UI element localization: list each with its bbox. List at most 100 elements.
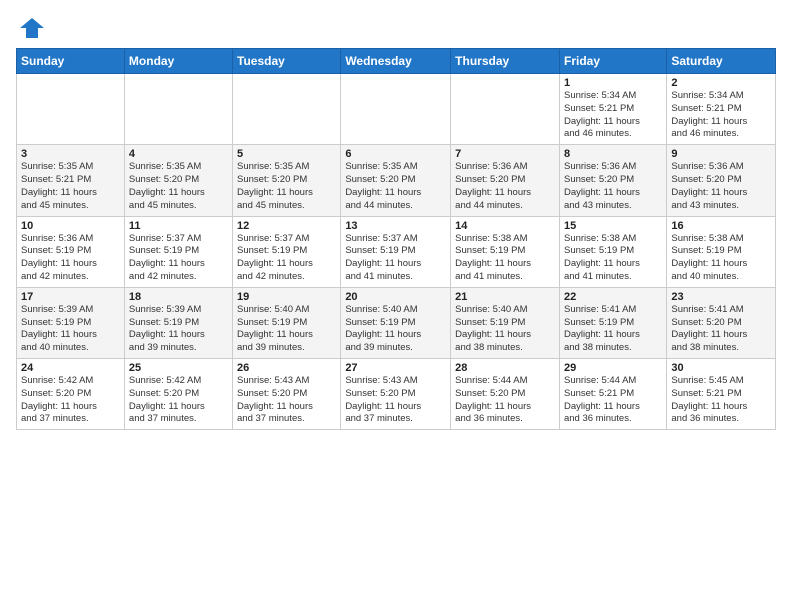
day-info: Sunrise: 5:43 AM Sunset: 5:20 PM Dayligh… [237,375,336,426]
calendar-cell: 20Sunrise: 5:40 AM Sunset: 5:19 PM Dayli… [341,287,451,358]
calendar-cell: 29Sunrise: 5:44 AM Sunset: 5:21 PM Dayli… [559,359,666,430]
day-number: 5 [237,148,336,160]
day-number: 22 [564,291,662,303]
day-number: 27 [345,362,446,374]
day-info: Sunrise: 5:40 AM Sunset: 5:19 PM Dayligh… [345,304,446,355]
day-number: 12 [237,220,336,232]
week-row-1: 3Sunrise: 5:35 AM Sunset: 5:21 PM Daylig… [17,145,776,216]
calendar-cell: 19Sunrise: 5:40 AM Sunset: 5:19 PM Dayli… [233,287,341,358]
day-number: 24 [21,362,120,374]
calendar-cell: 8Sunrise: 5:36 AM Sunset: 5:20 PM Daylig… [559,145,666,216]
col-header-sunday: Sunday [17,49,125,74]
day-info: Sunrise: 5:35 AM Sunset: 5:20 PM Dayligh… [237,161,336,212]
day-info: Sunrise: 5:35 AM Sunset: 5:21 PM Dayligh… [21,161,120,212]
calendar-cell: 15Sunrise: 5:38 AM Sunset: 5:19 PM Dayli… [559,216,666,287]
day-number: 16 [671,220,771,232]
col-header-wednesday: Wednesday [341,49,451,74]
calendar-cell: 2Sunrise: 5:34 AM Sunset: 5:21 PM Daylig… [667,74,776,145]
day-number: 3 [21,148,120,160]
day-number: 26 [237,362,336,374]
day-info: Sunrise: 5:43 AM Sunset: 5:20 PM Dayligh… [345,375,446,426]
calendar-table: SundayMondayTuesdayWednesdayThursdayFrid… [16,48,776,430]
calendar-body: 1Sunrise: 5:34 AM Sunset: 5:21 PM Daylig… [17,74,776,430]
day-number: 9 [671,148,771,160]
calendar-cell: 28Sunrise: 5:44 AM Sunset: 5:20 PM Dayli… [451,359,560,430]
day-number: 23 [671,291,771,303]
day-info: Sunrise: 5:44 AM Sunset: 5:20 PM Dayligh… [455,375,555,426]
day-info: Sunrise: 5:35 AM Sunset: 5:20 PM Dayligh… [345,161,446,212]
header-row: SundayMondayTuesdayWednesdayThursdayFrid… [17,49,776,74]
header [16,10,776,42]
day-number: 13 [345,220,446,232]
day-number: 29 [564,362,662,374]
calendar-cell: 3Sunrise: 5:35 AM Sunset: 5:21 PM Daylig… [17,145,125,216]
calendar-cell: 17Sunrise: 5:39 AM Sunset: 5:19 PM Dayli… [17,287,125,358]
week-row-4: 24Sunrise: 5:42 AM Sunset: 5:20 PM Dayli… [17,359,776,430]
day-number: 8 [564,148,662,160]
calendar-cell: 13Sunrise: 5:37 AM Sunset: 5:19 PM Dayli… [341,216,451,287]
day-number: 28 [455,362,555,374]
day-number: 21 [455,291,555,303]
logo-area [16,14,46,42]
day-number: 6 [345,148,446,160]
day-info: Sunrise: 5:35 AM Sunset: 5:20 PM Dayligh… [129,161,228,212]
day-info: Sunrise: 5:42 AM Sunset: 5:20 PM Dayligh… [21,375,120,426]
day-info: Sunrise: 5:41 AM Sunset: 5:20 PM Dayligh… [671,304,771,355]
calendar-cell [17,74,125,145]
day-info: Sunrise: 5:36 AM Sunset: 5:20 PM Dayligh… [455,161,555,212]
day-info: Sunrise: 5:38 AM Sunset: 5:19 PM Dayligh… [671,233,771,284]
day-info: Sunrise: 5:37 AM Sunset: 5:19 PM Dayligh… [129,233,228,284]
day-info: Sunrise: 5:36 AM Sunset: 5:19 PM Dayligh… [21,233,120,284]
day-number: 20 [345,291,446,303]
day-number: 14 [455,220,555,232]
day-info: Sunrise: 5:39 AM Sunset: 5:19 PM Dayligh… [21,304,120,355]
calendar-cell: 14Sunrise: 5:38 AM Sunset: 5:19 PM Dayli… [451,216,560,287]
calendar-cell: 9Sunrise: 5:36 AM Sunset: 5:20 PM Daylig… [667,145,776,216]
calendar-cell: 1Sunrise: 5:34 AM Sunset: 5:21 PM Daylig… [559,74,666,145]
day-info: Sunrise: 5:38 AM Sunset: 5:19 PM Dayligh… [455,233,555,284]
day-number: 2 [671,77,771,89]
day-number: 7 [455,148,555,160]
calendar-cell: 11Sunrise: 5:37 AM Sunset: 5:19 PM Dayli… [124,216,232,287]
day-info: Sunrise: 5:41 AM Sunset: 5:19 PM Dayligh… [564,304,662,355]
day-info: Sunrise: 5:34 AM Sunset: 5:21 PM Dayligh… [564,90,662,141]
calendar-cell: 18Sunrise: 5:39 AM Sunset: 5:19 PM Dayli… [124,287,232,358]
col-header-thursday: Thursday [451,49,560,74]
day-number: 19 [237,291,336,303]
calendar-cell: 12Sunrise: 5:37 AM Sunset: 5:19 PM Dayli… [233,216,341,287]
day-number: 4 [129,148,228,160]
col-header-tuesday: Tuesday [233,49,341,74]
day-info: Sunrise: 5:36 AM Sunset: 5:20 PM Dayligh… [564,161,662,212]
calendar-cell: 6Sunrise: 5:35 AM Sunset: 5:20 PM Daylig… [341,145,451,216]
day-info: Sunrise: 5:36 AM Sunset: 5:20 PM Dayligh… [671,161,771,212]
day-info: Sunrise: 5:40 AM Sunset: 5:19 PM Dayligh… [455,304,555,355]
col-header-monday: Monday [124,49,232,74]
calendar-cell [233,74,341,145]
logo-icon [18,14,46,42]
day-number: 10 [21,220,120,232]
day-info: Sunrise: 5:39 AM Sunset: 5:19 PM Dayligh… [129,304,228,355]
day-info: Sunrise: 5:42 AM Sunset: 5:20 PM Dayligh… [129,375,228,426]
calendar-cell: 24Sunrise: 5:42 AM Sunset: 5:20 PM Dayli… [17,359,125,430]
day-number: 1 [564,77,662,89]
day-info: Sunrise: 5:44 AM Sunset: 5:21 PM Dayligh… [564,375,662,426]
calendar-header: SundayMondayTuesdayWednesdayThursdayFrid… [17,49,776,74]
col-header-friday: Friday [559,49,666,74]
calendar-cell: 21Sunrise: 5:40 AM Sunset: 5:19 PM Dayli… [451,287,560,358]
week-row-2: 10Sunrise: 5:36 AM Sunset: 5:19 PM Dayli… [17,216,776,287]
day-number: 15 [564,220,662,232]
page: SundayMondayTuesdayWednesdayThursdayFrid… [0,0,792,440]
day-info: Sunrise: 5:45 AM Sunset: 5:21 PM Dayligh… [671,375,771,426]
day-number: 11 [129,220,228,232]
calendar-cell: 4Sunrise: 5:35 AM Sunset: 5:20 PM Daylig… [124,145,232,216]
calendar-cell: 7Sunrise: 5:36 AM Sunset: 5:20 PM Daylig… [451,145,560,216]
calendar-cell: 23Sunrise: 5:41 AM Sunset: 5:20 PM Dayli… [667,287,776,358]
calendar-cell: 26Sunrise: 5:43 AM Sunset: 5:20 PM Dayli… [233,359,341,430]
calendar-cell: 30Sunrise: 5:45 AM Sunset: 5:21 PM Dayli… [667,359,776,430]
day-info: Sunrise: 5:38 AM Sunset: 5:19 PM Dayligh… [564,233,662,284]
calendar-cell: 22Sunrise: 5:41 AM Sunset: 5:19 PM Dayli… [559,287,666,358]
day-number: 17 [21,291,120,303]
day-info: Sunrise: 5:37 AM Sunset: 5:19 PM Dayligh… [345,233,446,284]
week-row-0: 1Sunrise: 5:34 AM Sunset: 5:21 PM Daylig… [17,74,776,145]
day-info: Sunrise: 5:34 AM Sunset: 5:21 PM Dayligh… [671,90,771,141]
